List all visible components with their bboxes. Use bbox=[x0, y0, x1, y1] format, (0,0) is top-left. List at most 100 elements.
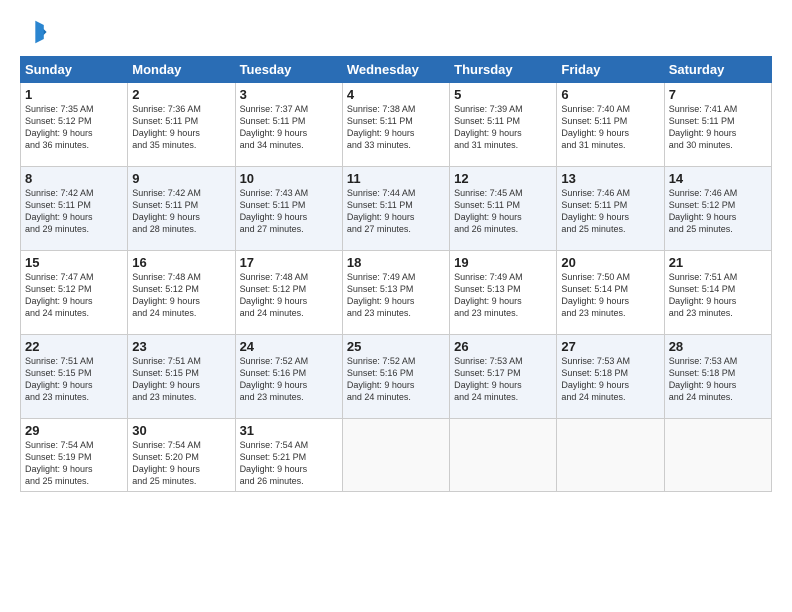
cell-info: Sunrise: 7:51 AMSunset: 5:14 PMDaylight:… bbox=[669, 271, 767, 320]
week-row-5: 29Sunrise: 7:54 AMSunset: 5:19 PMDayligh… bbox=[21, 419, 772, 492]
day-number: 12 bbox=[454, 171, 552, 186]
logo-icon bbox=[20, 18, 48, 46]
cell-info: Sunrise: 7:46 AMSunset: 5:11 PMDaylight:… bbox=[561, 187, 659, 236]
day-header-sunday: Sunday bbox=[21, 57, 128, 83]
calendar-cell: 4Sunrise: 7:38 AMSunset: 5:11 PMDaylight… bbox=[342, 83, 449, 167]
calendar-cell: 21Sunrise: 7:51 AMSunset: 5:14 PMDayligh… bbox=[664, 251, 771, 335]
week-row-4: 22Sunrise: 7:51 AMSunset: 5:15 PMDayligh… bbox=[21, 335, 772, 419]
calendar-cell: 15Sunrise: 7:47 AMSunset: 5:12 PMDayligh… bbox=[21, 251, 128, 335]
day-number: 24 bbox=[240, 339, 338, 354]
calendar-cell: 5Sunrise: 7:39 AMSunset: 5:11 PMDaylight… bbox=[450, 83, 557, 167]
cell-info: Sunrise: 7:43 AMSunset: 5:11 PMDaylight:… bbox=[240, 187, 338, 236]
day-number: 7 bbox=[669, 87, 767, 102]
day-number: 20 bbox=[561, 255, 659, 270]
day-number: 11 bbox=[347, 171, 445, 186]
cell-info: Sunrise: 7:37 AMSunset: 5:11 PMDaylight:… bbox=[240, 103, 338, 152]
cell-info: Sunrise: 7:38 AMSunset: 5:11 PMDaylight:… bbox=[347, 103, 445, 152]
day-number: 2 bbox=[132, 87, 230, 102]
cell-info: Sunrise: 7:51 AMSunset: 5:15 PMDaylight:… bbox=[132, 355, 230, 404]
calendar-cell: 30Sunrise: 7:54 AMSunset: 5:20 PMDayligh… bbox=[128, 419, 235, 492]
day-number: 14 bbox=[669, 171, 767, 186]
calendar-cell bbox=[450, 419, 557, 492]
day-number: 27 bbox=[561, 339, 659, 354]
cell-info: Sunrise: 7:49 AMSunset: 5:13 PMDaylight:… bbox=[454, 271, 552, 320]
day-number: 17 bbox=[240, 255, 338, 270]
day-number: 6 bbox=[561, 87, 659, 102]
cell-info: Sunrise: 7:45 AMSunset: 5:11 PMDaylight:… bbox=[454, 187, 552, 236]
day-number: 23 bbox=[132, 339, 230, 354]
cell-info: Sunrise: 7:50 AMSunset: 5:14 PMDaylight:… bbox=[561, 271, 659, 320]
calendar-cell: 14Sunrise: 7:46 AMSunset: 5:12 PMDayligh… bbox=[664, 167, 771, 251]
day-number: 19 bbox=[454, 255, 552, 270]
day-number: 25 bbox=[347, 339, 445, 354]
day-number: 15 bbox=[25, 255, 123, 270]
day-number: 8 bbox=[25, 171, 123, 186]
calendar-cell: 25Sunrise: 7:52 AMSunset: 5:16 PMDayligh… bbox=[342, 335, 449, 419]
calendar-cell: 13Sunrise: 7:46 AMSunset: 5:11 PMDayligh… bbox=[557, 167, 664, 251]
cell-info: Sunrise: 7:53 AMSunset: 5:18 PMDaylight:… bbox=[561, 355, 659, 404]
cell-info: Sunrise: 7:54 AMSunset: 5:20 PMDaylight:… bbox=[132, 439, 230, 488]
calendar-cell: 16Sunrise: 7:48 AMSunset: 5:12 PMDayligh… bbox=[128, 251, 235, 335]
calendar-cell: 22Sunrise: 7:51 AMSunset: 5:15 PMDayligh… bbox=[21, 335, 128, 419]
week-row-1: 1Sunrise: 7:35 AMSunset: 5:12 PMDaylight… bbox=[21, 83, 772, 167]
cell-info: Sunrise: 7:44 AMSunset: 5:11 PMDaylight:… bbox=[347, 187, 445, 236]
day-number: 28 bbox=[669, 339, 767, 354]
cell-info: Sunrise: 7:41 AMSunset: 5:11 PMDaylight:… bbox=[669, 103, 767, 152]
cell-info: Sunrise: 7:54 AMSunset: 5:21 PMDaylight:… bbox=[240, 439, 338, 488]
day-number: 22 bbox=[25, 339, 123, 354]
page: SundayMondayTuesdayWednesdayThursdayFrid… bbox=[0, 0, 792, 502]
cell-info: Sunrise: 7:47 AMSunset: 5:12 PMDaylight:… bbox=[25, 271, 123, 320]
day-header-thursday: Thursday bbox=[450, 57, 557, 83]
cell-info: Sunrise: 7:40 AMSunset: 5:11 PMDaylight:… bbox=[561, 103, 659, 152]
day-number: 10 bbox=[240, 171, 338, 186]
cell-info: Sunrise: 7:54 AMSunset: 5:19 PMDaylight:… bbox=[25, 439, 123, 488]
calendar-cell: 8Sunrise: 7:42 AMSunset: 5:11 PMDaylight… bbox=[21, 167, 128, 251]
day-header-friday: Friday bbox=[557, 57, 664, 83]
calendar-cell: 29Sunrise: 7:54 AMSunset: 5:19 PMDayligh… bbox=[21, 419, 128, 492]
calendar-cell: 9Sunrise: 7:42 AMSunset: 5:11 PMDaylight… bbox=[128, 167, 235, 251]
cell-info: Sunrise: 7:52 AMSunset: 5:16 PMDaylight:… bbox=[347, 355, 445, 404]
cell-info: Sunrise: 7:53 AMSunset: 5:17 PMDaylight:… bbox=[454, 355, 552, 404]
calendar-cell: 24Sunrise: 7:52 AMSunset: 5:16 PMDayligh… bbox=[235, 335, 342, 419]
calendar-cell bbox=[557, 419, 664, 492]
cell-info: Sunrise: 7:46 AMSunset: 5:12 PMDaylight:… bbox=[669, 187, 767, 236]
day-number: 18 bbox=[347, 255, 445, 270]
calendar-cell: 27Sunrise: 7:53 AMSunset: 5:18 PMDayligh… bbox=[557, 335, 664, 419]
header bbox=[20, 18, 772, 46]
cell-info: Sunrise: 7:48 AMSunset: 5:12 PMDaylight:… bbox=[132, 271, 230, 320]
calendar-cell: 11Sunrise: 7:44 AMSunset: 5:11 PMDayligh… bbox=[342, 167, 449, 251]
cell-info: Sunrise: 7:36 AMSunset: 5:11 PMDaylight:… bbox=[132, 103, 230, 152]
calendar-cell: 1Sunrise: 7:35 AMSunset: 5:12 PMDaylight… bbox=[21, 83, 128, 167]
day-number: 9 bbox=[132, 171, 230, 186]
calendar-cell: 3Sunrise: 7:37 AMSunset: 5:11 PMDaylight… bbox=[235, 83, 342, 167]
calendar-cell: 6Sunrise: 7:40 AMSunset: 5:11 PMDaylight… bbox=[557, 83, 664, 167]
day-number: 26 bbox=[454, 339, 552, 354]
day-number: 13 bbox=[561, 171, 659, 186]
day-number: 30 bbox=[132, 423, 230, 438]
header-row: SundayMondayTuesdayWednesdayThursdayFrid… bbox=[21, 57, 772, 83]
cell-info: Sunrise: 7:35 AMSunset: 5:12 PMDaylight:… bbox=[25, 103, 123, 152]
cell-info: Sunrise: 7:42 AMSunset: 5:11 PMDaylight:… bbox=[132, 187, 230, 236]
day-header-saturday: Saturday bbox=[664, 57, 771, 83]
cell-info: Sunrise: 7:48 AMSunset: 5:12 PMDaylight:… bbox=[240, 271, 338, 320]
day-number: 16 bbox=[132, 255, 230, 270]
calendar-cell: 2Sunrise: 7:36 AMSunset: 5:11 PMDaylight… bbox=[128, 83, 235, 167]
calendar-cell: 23Sunrise: 7:51 AMSunset: 5:15 PMDayligh… bbox=[128, 335, 235, 419]
cell-info: Sunrise: 7:42 AMSunset: 5:11 PMDaylight:… bbox=[25, 187, 123, 236]
cell-info: Sunrise: 7:51 AMSunset: 5:15 PMDaylight:… bbox=[25, 355, 123, 404]
calendar-cell: 20Sunrise: 7:50 AMSunset: 5:14 PMDayligh… bbox=[557, 251, 664, 335]
cell-info: Sunrise: 7:52 AMSunset: 5:16 PMDaylight:… bbox=[240, 355, 338, 404]
day-header-wednesday: Wednesday bbox=[342, 57, 449, 83]
cell-info: Sunrise: 7:53 AMSunset: 5:18 PMDaylight:… bbox=[669, 355, 767, 404]
calendar-cell bbox=[664, 419, 771, 492]
day-number: 31 bbox=[240, 423, 338, 438]
day-number: 1 bbox=[25, 87, 123, 102]
day-number: 3 bbox=[240, 87, 338, 102]
calendar-cell: 7Sunrise: 7:41 AMSunset: 5:11 PMDaylight… bbox=[664, 83, 771, 167]
day-number: 21 bbox=[669, 255, 767, 270]
calendar-cell: 18Sunrise: 7:49 AMSunset: 5:13 PMDayligh… bbox=[342, 251, 449, 335]
day-number: 29 bbox=[25, 423, 123, 438]
day-number: 5 bbox=[454, 87, 552, 102]
day-header-tuesday: Tuesday bbox=[235, 57, 342, 83]
cell-info: Sunrise: 7:49 AMSunset: 5:13 PMDaylight:… bbox=[347, 271, 445, 320]
